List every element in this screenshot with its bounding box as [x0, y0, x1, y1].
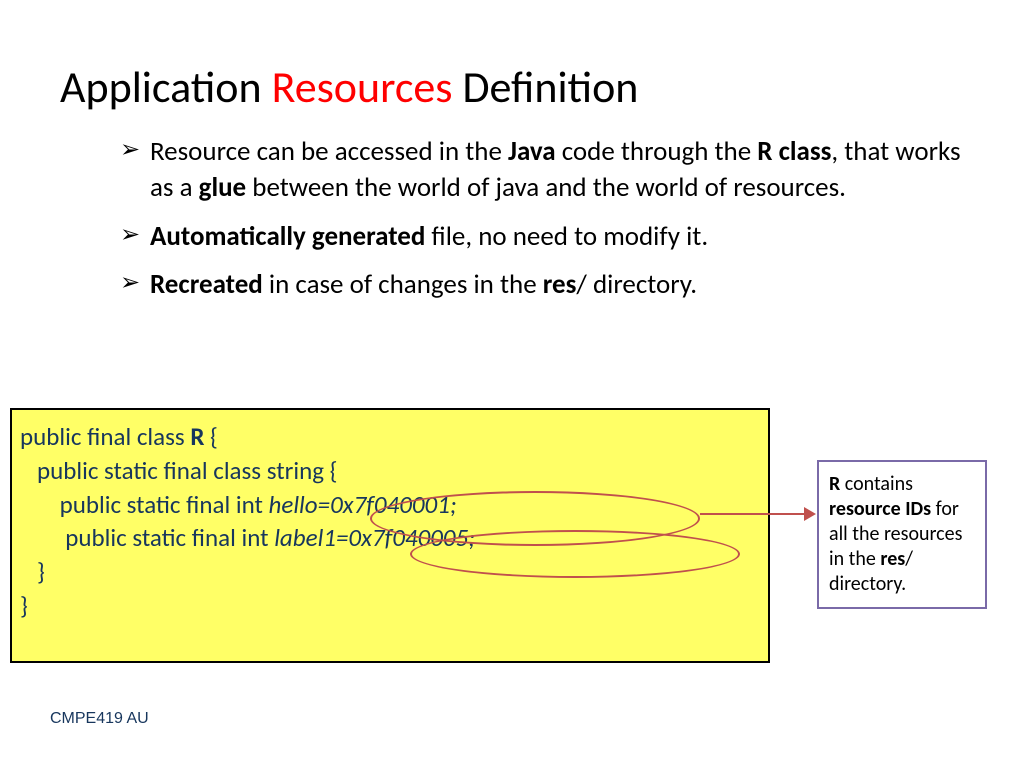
title-highlight: Resources	[272, 60, 453, 114]
bullet-item-1: Resource can be accessed in the Java cod…	[120, 134, 964, 207]
title-part3: Definition	[453, 60, 639, 114]
code-line-6: }	[20, 589, 760, 623]
bullet-item-3: Recreated in case of changes in the res/…	[120, 267, 964, 303]
bullet-list: Resource can be accessed in the Java cod…	[60, 134, 964, 304]
slide-title: Application Resources Definition	[60, 60, 964, 114]
code-line-2: public static final class string {	[20, 454, 760, 488]
slide: Application Resources Definition Resourc…	[0, 0, 1024, 768]
callout-ellipse-2	[410, 530, 740, 578]
footer-text: CMPE419 AU	[50, 710, 149, 728]
code-line-1: public final class R {	[20, 420, 760, 454]
arrow-head-icon	[804, 507, 816, 521]
side-note: R contains resource IDs for all the reso…	[817, 460, 987, 609]
arrow-line	[700, 513, 808, 515]
title-part1: Application	[60, 60, 272, 114]
bullet-item-2: Automatically generated file, no need to…	[120, 219, 964, 255]
